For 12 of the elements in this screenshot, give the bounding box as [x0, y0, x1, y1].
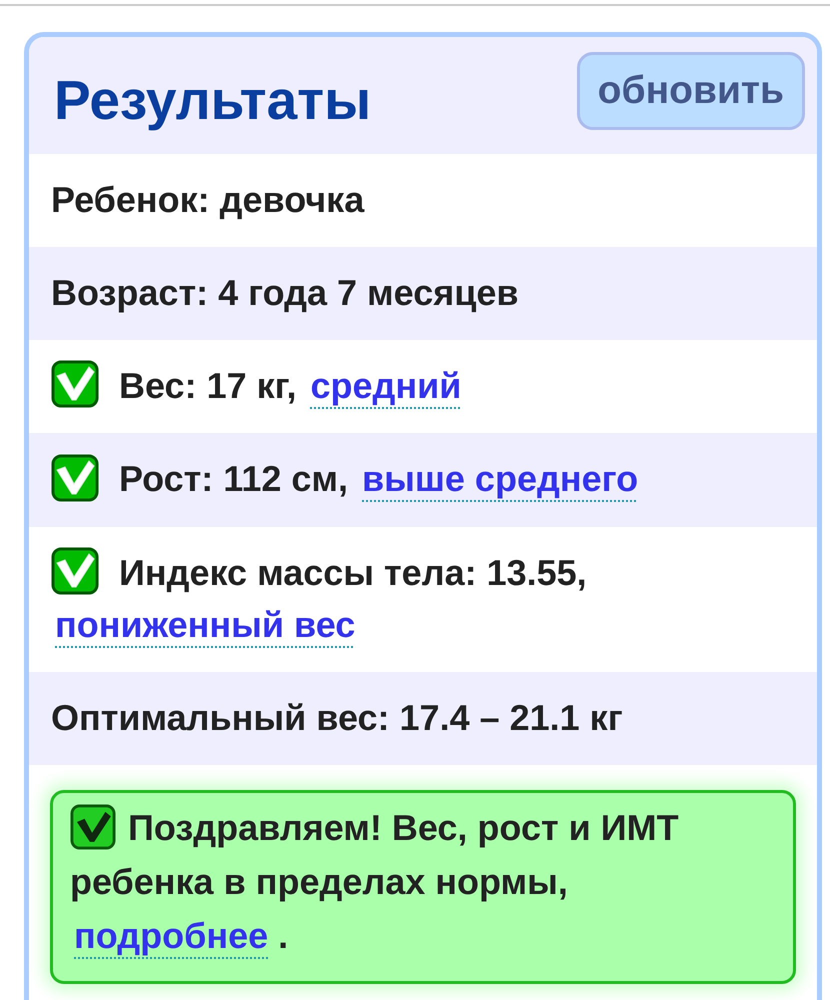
rating-link[interactable]: средний	[310, 365, 462, 406]
results-title: Результаты	[54, 68, 372, 132]
refresh-button[interactable]: обновить	[576, 52, 805, 130]
details-link[interactable]: подробнее	[74, 915, 268, 956]
rating-link[interactable]: выше среднего	[362, 458, 638, 500]
result-text: Вес: 17 кг, средний	[119, 365, 462, 406]
result-text: Ребенок: девочка	[51, 179, 364, 220]
result-text: Возраст: 4 года 7 месяцев	[51, 272, 519, 313]
result-text: Оптимальный вес: 17.4 – 21.1 кг	[51, 697, 623, 738]
rating-link[interactable]: пониженный вес	[55, 604, 356, 646]
result-text: Рост: 112 см, выше среднего	[119, 458, 638, 500]
checkmark-icon	[70, 804, 116, 850]
